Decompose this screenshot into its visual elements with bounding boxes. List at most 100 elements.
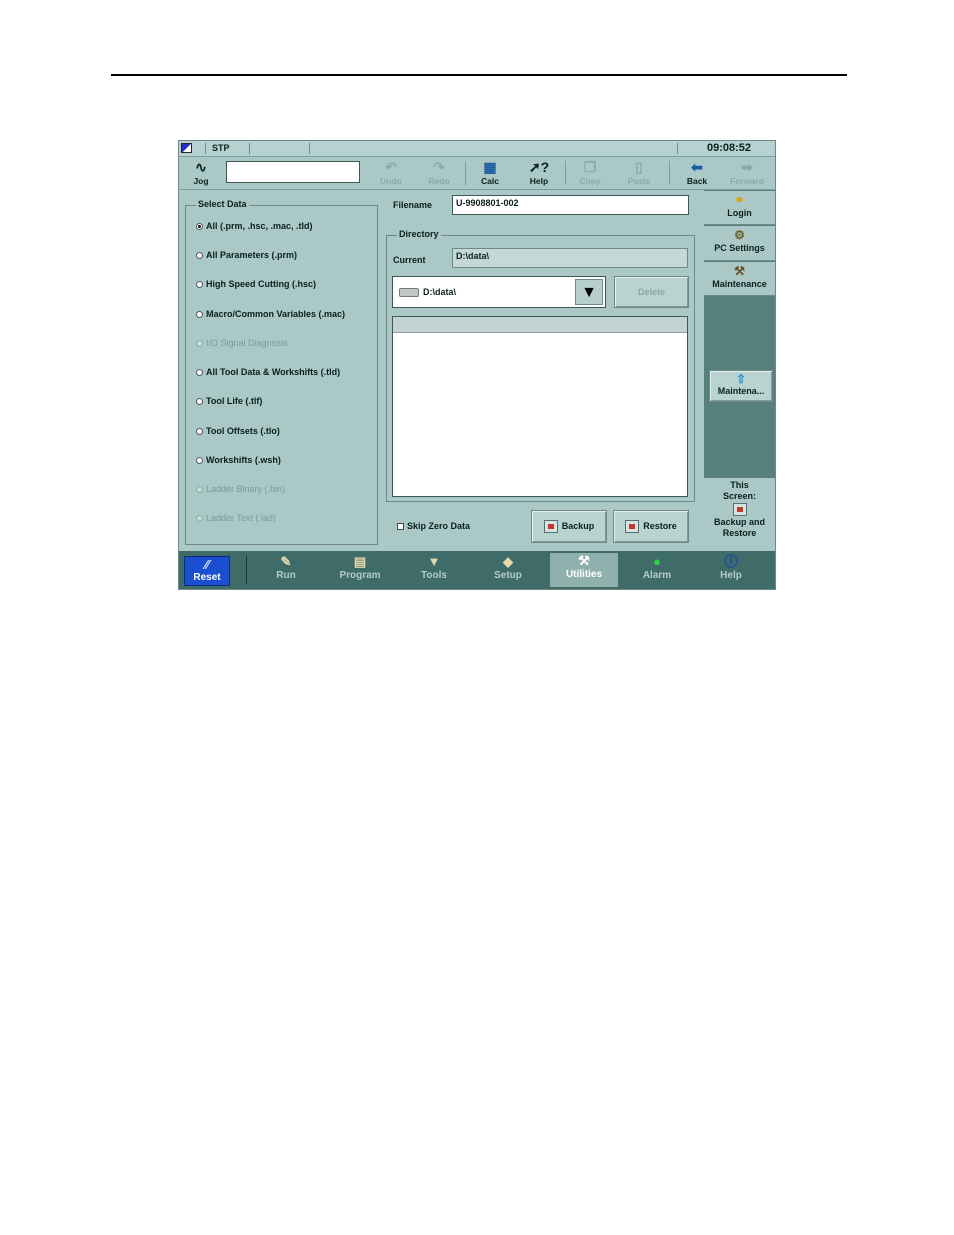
nav-tools[interactable]: ▼ Tools — [400, 554, 468, 588]
nav-run[interactable]: ✎ Run — [252, 554, 320, 588]
nav-setup[interactable]: ◆ Setup — [474, 554, 542, 588]
jog-icon: ∿ — [195, 159, 207, 175]
undo-button[interactable]: ↶ Undo — [369, 158, 413, 188]
filename-input[interactable]: U-9908801-002 — [452, 195, 689, 215]
jog-input[interactable] — [226, 161, 360, 183]
paste-icon: ▯ — [635, 159, 643, 175]
alarm-light-icon: ● — [653, 554, 661, 569]
directory-listbox[interactable] — [392, 316, 688, 497]
skip-zero-checkbox[interactable]: Skip Zero Data — [397, 521, 470, 531]
help-pointer-icon: ➚? — [528, 159, 550, 175]
restore-icon — [625, 520, 640, 534]
this-screen-info: This Screen: Backup and Restore — [704, 478, 775, 550]
radio-ladder-binary[interactable]: Ladder Binary (.bin) — [196, 484, 285, 494]
nav-alarm[interactable]: ● Alarm — [623, 554, 691, 588]
select-data-title: Select Data — [196, 199, 249, 209]
delete-button[interactable]: Delete — [614, 276, 689, 308]
radio-dot — [196, 398, 203, 405]
forward-arrow-icon: ➡ — [741, 159, 753, 175]
checkbox-box — [397, 523, 404, 530]
radio-io-signal-diagnosis[interactable]: I/O Signal Diagnosis — [196, 338, 288, 348]
tools-icon: ▼ — [427, 554, 441, 569]
backup-icon — [543, 520, 558, 534]
back-arrow-icon: ⬅ — [691, 159, 703, 175]
status-divider — [677, 143, 678, 154]
radio-dot — [196, 252, 203, 259]
pc-settings-tab[interactable]: ⚙ PC Settings — [704, 226, 775, 261]
drive-combobox[interactable]: D:\data\ ▼ — [392, 276, 606, 308]
toolbar-divider — [565, 161, 566, 185]
dropdown-arrow-icon[interactable]: ▼ — [575, 279, 603, 305]
key-icon: ⚭ — [734, 193, 745, 207]
reset-button[interactable]: ⁄⁄ Reset — [184, 556, 230, 586]
current-directory-field: D:\data\ — [452, 248, 688, 268]
maintenance-tab[interactable]: ⚒ Maintenance — [704, 262, 775, 296]
radio-ladder-text[interactable]: Ladder Text (.lad) — [196, 513, 276, 523]
nav-program[interactable]: ▤ Program — [326, 554, 394, 588]
page-top-rule — [111, 74, 847, 76]
calculator-icon: ▦ — [483, 159, 497, 175]
radio-all-parameters[interactable]: All Parameters (.prm) — [196, 250, 297, 260]
listbox-header — [393, 317, 687, 333]
copy-button[interactable]: ❐ Copy — [568, 158, 612, 188]
login-tab[interactable]: ⚭ Login — [704, 191, 775, 225]
restore-button[interactable]: Restore — [613, 510, 689, 543]
setup-icon: ◆ — [503, 554, 513, 569]
radio-dot — [196, 428, 203, 435]
back-button[interactable]: ⬅ Back — [675, 158, 719, 188]
current-label: Current — [393, 255, 426, 265]
maintenance-button[interactable]: ⇧ Maintena... — [709, 370, 773, 402]
nav-help[interactable]: ⓘ Help — [697, 554, 765, 588]
program-icon: ▤ — [353, 554, 367, 569]
status-bar: STP 09:08:52 — [179, 141, 775, 157]
paste-button[interactable]: ▯ Paste — [617, 158, 661, 188]
status-flag-icon — [181, 143, 192, 153]
radio-workshifts[interactable]: Workshifts (.wsh) — [196, 455, 281, 465]
redo-button[interactable]: ↷ Redo — [417, 158, 461, 188]
backup-button[interactable]: Backup — [531, 510, 607, 543]
bottom-nav: ⁄⁄ Reset ✎ Run ▤ Program ▼ Tools ◆ Setup… — [179, 551, 775, 589]
redo-icon: ↷ — [433, 159, 445, 175]
machine-mode: STP — [212, 143, 230, 153]
filename-label: Filename — [393, 200, 433, 210]
radio-high-speed-cutting[interactable]: High Speed Cutting (.hsc) — [196, 279, 316, 289]
nav-utilities[interactable]: ⚒ Utilities — [550, 553, 618, 587]
toolbar-divider — [465, 161, 466, 185]
radio-dot — [196, 515, 203, 522]
right-panel: ⚭ Login ⚙ PC Settings ⚒ Maintenance ⇧ Ma… — [704, 190, 775, 550]
radio-dot — [196, 223, 203, 230]
radio-dot — [196, 486, 203, 493]
forward-button[interactable]: ➡ Forward — [725, 158, 769, 188]
pc-settings-icon: ⚙ — [734, 228, 745, 242]
status-divider — [309, 143, 310, 154]
status-divider — [205, 143, 206, 154]
utilities-wrench-icon: ⚒ — [578, 553, 590, 568]
toolbar: ∿ Jog ↶ Undo ↷ Redo ▦ Calc ➚? Help ❐ Cop… — [179, 157, 775, 190]
radio-dot — [196, 369, 203, 376]
run-icon: ✎ — [280, 554, 292, 569]
help-button[interactable]: ➚? Help — [517, 158, 561, 188]
radio-macro-common-variables[interactable]: Macro/Common Variables (.mac) — [196, 309, 345, 319]
radio-dot — [196, 457, 203, 464]
radio-all[interactable]: All (.prm, .hsc, .mac, .tld) — [196, 221, 313, 231]
drive-icon — [399, 288, 419, 297]
backup-restore-icon — [732, 503, 747, 516]
info-icon: ⓘ — [724, 554, 738, 569]
radio-dot — [196, 311, 203, 318]
up-arrow-icon: ⇧ — [735, 372, 747, 386]
select-data-group: Select Data All (.prm, .hsc, .mac, .tld)… — [185, 199, 378, 545]
reset-icon: ⁄⁄ — [204, 557, 210, 572]
radio-dot — [196, 340, 203, 347]
radio-tool-offsets[interactable]: Tool Offsets (.tlo) — [196, 426, 280, 436]
copy-icon: ❐ — [583, 159, 597, 175]
status-divider — [249, 143, 250, 154]
jog-button[interactable]: ∿ Jog — [179, 158, 223, 188]
drive-value: D:\data\ — [423, 287, 457, 297]
undo-icon: ↶ — [385, 159, 397, 175]
radio-all-tool-data[interactable]: All Tool Data & Workshifts (.tld) — [196, 367, 340, 377]
clock: 09:08:52 — [706, 142, 751, 154]
radio-tool-life[interactable]: Tool Life (.tlf) — [196, 396, 262, 406]
nav-divider — [246, 556, 247, 584]
calc-button[interactable]: ▦ Calc — [468, 158, 512, 188]
directory-title: Directory — [397, 229, 441, 239]
